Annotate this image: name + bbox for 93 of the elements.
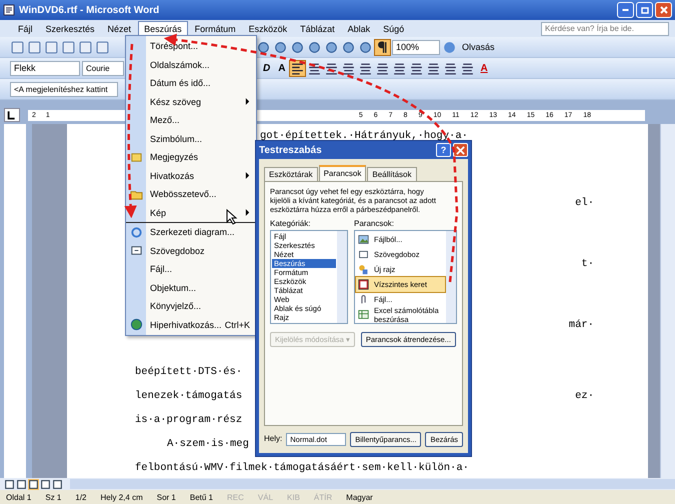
shortcut-label: Ctrl+K — [224, 320, 250, 330]
status-item: ÁTÍR — [314, 492, 332, 502]
document-icon — [3, 4, 15, 16]
style-dropdown[interactable]: Flekk — [10, 60, 80, 76]
frame-icon — [358, 279, 369, 290]
close-icon — [658, 5, 668, 15]
menu-entry[interactable]: Megjegyzés — [126, 148, 256, 166]
menu-entry[interactable]: Hivatkozás — [126, 166, 256, 185]
text-line: is·a·program·rész — [135, 414, 242, 426]
status-item: KIB — [287, 492, 300, 502]
minimize-button[interactable] — [617, 2, 634, 18]
menu-entry[interactable]: Kép — [126, 204, 256, 222]
text-fragment: t· — [581, 258, 594, 270]
text-fragment: ez· — [575, 390, 594, 402]
status-item: REC — [227, 492, 244, 502]
menu-item[interactable]: Eszközök — [242, 20, 294, 36]
status-item: VÁL — [258, 492, 274, 502]
italic-button[interactable]: D — [260, 62, 274, 74]
minimize-icon — [622, 9, 629, 11]
globe-icon — [130, 318, 142, 332]
text-line: felbontású·WMV·filmek·támogatásáért·sem·kell·külön·a· — [135, 462, 469, 474]
tab-selector-icon[interactable] — [4, 108, 20, 122]
menu-entry[interactable]: Dátum és idő... — [126, 74, 256, 92]
menu-item[interactable]: Súgó — [377, 20, 410, 36]
menu-entry[interactable]: Szimbólum... — [126, 130, 256, 148]
status-item: Sz 1 — [45, 492, 62, 502]
note-icon — [130, 150, 142, 164]
close-button[interactable] — [655, 2, 672, 18]
menu-entry[interactable]: Webösszetevő... — [126, 185, 256, 204]
restore-button[interactable] — [636, 2, 653, 18]
text-line: lenezek·támogatás — [135, 390, 242, 402]
submenu-arrow-icon — [245, 172, 250, 180]
maximize-icon — [640, 5, 650, 15]
view-dropdown[interactable]: <A megjelenítéshez kattint — [10, 82, 118, 96]
tab[interactable]: Parancsok — [318, 165, 366, 181]
text-line: A·szem·is·meg — [167, 438, 249, 450]
menu-entry[interactable]: Töréspont... — [126, 37, 256, 56]
menu-entry[interactable]: Mező... — [126, 111, 256, 130]
menu-item[interactable]: Táblázat — [294, 20, 341, 36]
categories-label: Kategóriák: — [270, 219, 312, 228]
show-formatting-button[interactable] — [375, 40, 390, 54]
menu-item[interactable]: Szerkesztés — [40, 20, 101, 36]
text-line: got·építettek.·Hátrányuk,·hogy·a· — [260, 130, 468, 142]
shapes-icon — [358, 264, 369, 275]
vertical-scrollbar[interactable] — [660, 124, 675, 478]
tab[interactable]: Eszköztárak — [264, 167, 318, 181]
menu-entry[interactable]: Kész szöveg — [126, 92, 256, 111]
window-title: WinDVD6.rtf - Microsoft Word — [19, 4, 160, 16]
text-line: beépített·DTS·és· — [135, 366, 242, 378]
status-item: 1/2 — [75, 492, 86, 502]
menu-item[interactable]: Fájl — [12, 20, 39, 36]
align-left-icon[interactable] — [290, 60, 306, 76]
tab[interactable]: Beállítások — [367, 167, 417, 181]
mouse-cursor-icon — [226, 208, 238, 225]
commands-label: Parancsok: — [354, 219, 396, 228]
picture-icon — [358, 234, 369, 245]
text-fragment: el· — [575, 196, 594, 209]
menu-entry[interactable]: Objektum... — [126, 278, 256, 297]
dialog-title: Testreszabás — [259, 144, 323, 156]
location-label: Hely: — [264, 434, 282, 443]
submenu-arrow-icon — [245, 209, 250, 216]
cycle-diagram-icon — [130, 226, 142, 239]
reading-layout-button[interactable]: Olvasás — [459, 42, 498, 52]
text-box-icon — [358, 249, 369, 260]
status-item: Betű 1 — [190, 492, 213, 502]
status-item: Oldal 1 — [6, 492, 32, 502]
font-dropdown[interactable]: Courie — [82, 60, 124, 76]
scrollbar[interactable] — [446, 231, 456, 323]
menu-entry[interactable]: Hiperhivatkozás... Ctrl+K — [126, 316, 256, 334]
submenu-arrow-icon — [245, 98, 250, 106]
text-box-icon — [130, 244, 142, 258]
menu-entry[interactable]: Oldalszámok... — [126, 56, 256, 74]
status-item: Hely 2,4 cm — [100, 492, 143, 502]
horizontal-scrollbar[interactable] — [70, 479, 675, 489]
underline-button[interactable]: A — [275, 62, 288, 74]
menu-entry[interactable]: Szerkezeti diagram... — [126, 223, 256, 242]
scrollbar[interactable] — [337, 231, 347, 323]
menu-item[interactable]: Nézet — [102, 20, 138, 36]
ask-question-field[interactable]: Kérdése van? Írja be ide. — [541, 22, 669, 36]
zoom-dropdown[interactable]: 100% — [392, 40, 440, 54]
help-button[interactable]: ? — [436, 143, 451, 157]
menu-item[interactable]: Ablak — [342, 20, 376, 36]
spreadsheet-icon — [358, 309, 369, 320]
font-color-button[interactable]: A — [477, 62, 491, 74]
close-button[interactable] — [453, 143, 468, 157]
menu-entry[interactable]: Könyvjelző... — [126, 297, 256, 316]
status-item: Sor 1 — [156, 492, 176, 502]
text-fragment: már· — [568, 319, 594, 332]
menu-entry[interactable]: Fájl... — [126, 260, 256, 278]
menu-item[interactable]: Formátum — [188, 20, 242, 36]
menu-entry[interactable]: Szövegdoboz — [126, 242, 256, 260]
menu-item[interactable]: Beszúrás — [138, 20, 188, 36]
status-item: Magyar — [346, 492, 373, 502]
